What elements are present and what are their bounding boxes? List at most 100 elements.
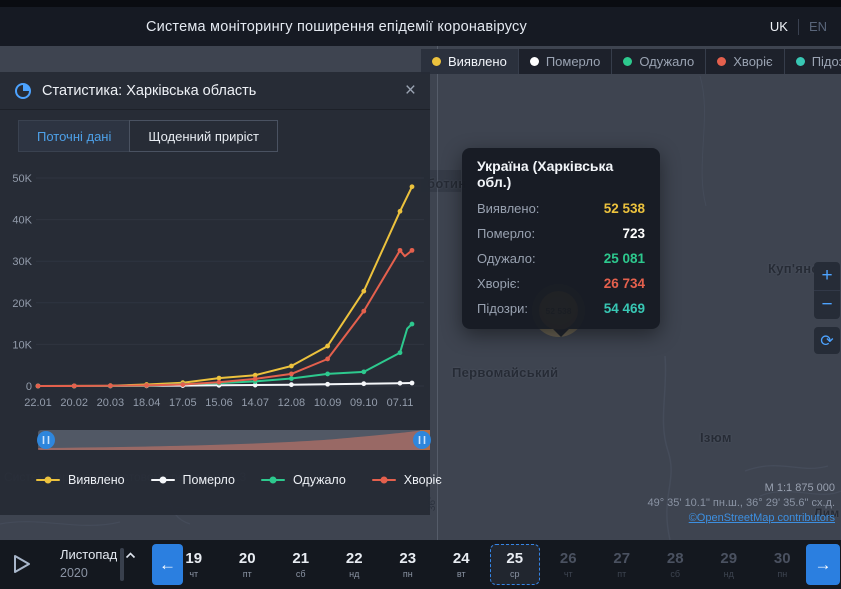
category-chip-Хворіє[interactable]: Хворіє (705, 49, 783, 74)
day-weekday: вт (456, 568, 466, 579)
chart-legend-label: Виявлено (68, 473, 125, 487)
timeline-day-27[interactable]: 27 пт (595, 540, 649, 589)
svg-text:20.02: 20.02 (60, 397, 88, 409)
tooltip-row-label: Виявлено: (477, 201, 540, 216)
series-dot-icon (380, 476, 388, 484)
header-bar: Система моніторингу поширення епідемії к… (0, 0, 841, 46)
svg-text:10.09: 10.09 (314, 397, 342, 409)
svg-text:0: 0 (26, 381, 32, 393)
category-chip-label: Хворіє (733, 54, 773, 69)
timeline-day-24[interactable]: 24 вт (435, 540, 489, 589)
language-switch: UK EN (770, 18, 827, 35)
day-cell: 27 пт (613, 546, 630, 584)
tooltip-title: Україна (Харківська обл.) (477, 158, 614, 190)
series-dot-icon (269, 476, 277, 484)
svg-text:18.04: 18.04 (133, 397, 161, 409)
day-cell: 19 чт (185, 546, 202, 584)
lang-divider (797, 18, 799, 35)
day-number: 29 (720, 549, 738, 567)
region-tooltip: Україна (Харківська обл.) Виявлено: 52 53… (462, 148, 660, 337)
timeline-day-22[interactable]: 22 нд (328, 540, 382, 589)
day-weekday: чт (189, 568, 199, 579)
category-legend-bar: Виявлено Померло Одужало Хворіє Підозри (421, 49, 841, 74)
svg-text:22.01: 22.01 (24, 397, 52, 409)
slider-handle-left[interactable] (37, 431, 55, 449)
day-cell: 28 сб (667, 546, 684, 584)
tooltip-row: Одужало: 25 081 (477, 246, 645, 271)
day-weekday: пт (617, 568, 627, 579)
arrow-right-icon: → (814, 554, 832, 574)
day-number: 22 (345, 549, 363, 567)
chart-legend-label: Хворіє (403, 473, 442, 487)
timeline-day-30[interactable]: 30 пн (756, 540, 810, 589)
series-marker-icon (371, 476, 396, 484)
tooltip-row-label: Підозри: (477, 301, 528, 316)
map-zoom-controls: + − (814, 262, 840, 319)
play-button[interactable] (8, 551, 34, 577)
day-weekday: чт (563, 568, 573, 579)
map-info-box: М 1:1 875 000 49° 35' 10.1" пн.ш., 36° 2… (647, 481, 835, 526)
zoom-in-button[interactable]: + (814, 262, 840, 290)
timeline-day-25[interactable]: 25 ср (488, 540, 542, 589)
day-cell: 30 пн (774, 546, 791, 584)
category-dot-icon (623, 57, 633, 66)
category-chip-Одужало[interactable]: Одужало (611, 49, 705, 74)
category-chip-label: Підозри (811, 54, 841, 69)
graticule-line (437, 46, 438, 540)
timeline-day-19[interactable]: 19 чт (167, 540, 221, 589)
zoom-out-button[interactable]: − (814, 291, 840, 319)
time-range-slider[interactable] (36, 428, 432, 452)
day-number: 26 (559, 549, 577, 567)
day-number: 28 (666, 549, 684, 567)
timeline-bar: Листопад 2020 ← 19 чт 20 пт 21 сб 22 нд 23 пн 24 вт… (0, 540, 841, 589)
chart-legend-label: Померло (182, 473, 235, 487)
svg-text:20K: 20K (12, 298, 32, 310)
chart-legend-item-Одужало[interactable]: Одужало (260, 473, 346, 487)
day-cell: 24 вт (453, 546, 470, 584)
day-cell: 20 пт (239, 546, 256, 584)
map-refresh-button[interactable]: ⟳ (814, 327, 840, 354)
osm-attribution-link[interactable]: ©OpenStreetMap contributors (689, 512, 835, 524)
map-coordinates: 49° 35' 10.1" пн.ш., 36° 29' 35.6" сх.д. (647, 497, 835, 509)
timeline-day-26[interactable]: 26 чт (542, 540, 596, 589)
close-icon[interactable]: × (405, 81, 416, 100)
timeline-day-20[interactable]: 20 пт (221, 540, 275, 589)
chart-legend-item-Померло[interactable]: Померло (150, 473, 235, 487)
month-label: Листопад (60, 547, 118, 562)
tooltip-row: Підозри: 54 469 (477, 296, 645, 321)
category-chip-Померло[interactable]: Померло (517, 49, 612, 74)
chart-legend-item-Хворіє[interactable]: Хворіє (371, 473, 442, 487)
category-dot-icon (432, 57, 441, 66)
panel-title: Статистика: Харківська область (42, 82, 257, 99)
map-scale: М 1:1 875 000 (764, 482, 835, 494)
pie-chart-icon (15, 82, 31, 99)
tooltip-row: Померло: 723 (477, 221, 645, 246)
tooltip-row-value: 52 538 (603, 201, 645, 216)
day-weekday: сб (295, 568, 306, 579)
timeline-day-23[interactable]: 23 пн (381, 540, 435, 589)
chart-legend-label: Одужало (292, 473, 346, 487)
tab-current-data[interactable]: Поточні дані (18, 120, 130, 152)
next-day-button[interactable]: → (806, 544, 840, 585)
category-chip-Виявлено[interactable]: Виявлено (421, 49, 518, 74)
day-cell: 26 чт (560, 546, 577, 584)
timeline-day-28[interactable]: 28 сб (649, 540, 703, 589)
day-weekday: сб (670, 568, 681, 579)
category-dot-icon (529, 57, 539, 66)
category-chip-label: Виявлено (448, 54, 507, 69)
timeline-day-21[interactable]: 21 сб (274, 540, 328, 589)
day-number: 25 (506, 549, 524, 567)
slider-handle-right[interactable] (413, 431, 431, 449)
chart-legend-item-Виявлено[interactable]: Виявлено (36, 473, 125, 487)
category-chip-Підозри[interactable]: Підозри (783, 49, 841, 74)
day-weekday: ср (509, 568, 520, 579)
lang-en-button[interactable]: EN (809, 19, 827, 34)
day-cell: 29 нд (720, 546, 737, 584)
day-cell: 22 нд (346, 546, 363, 584)
lang-uk-button[interactable]: UK (770, 19, 788, 34)
svg-text:14.07: 14.07 (241, 397, 269, 409)
svg-text:07.11: 07.11 (387, 397, 414, 409)
month-selector[interactable]: Листопад 2020 (60, 546, 136, 582)
timeline-day-29[interactable]: 29 нд (702, 540, 756, 589)
tab-daily-increase[interactable]: Щоденний приріст (129, 120, 278, 152)
